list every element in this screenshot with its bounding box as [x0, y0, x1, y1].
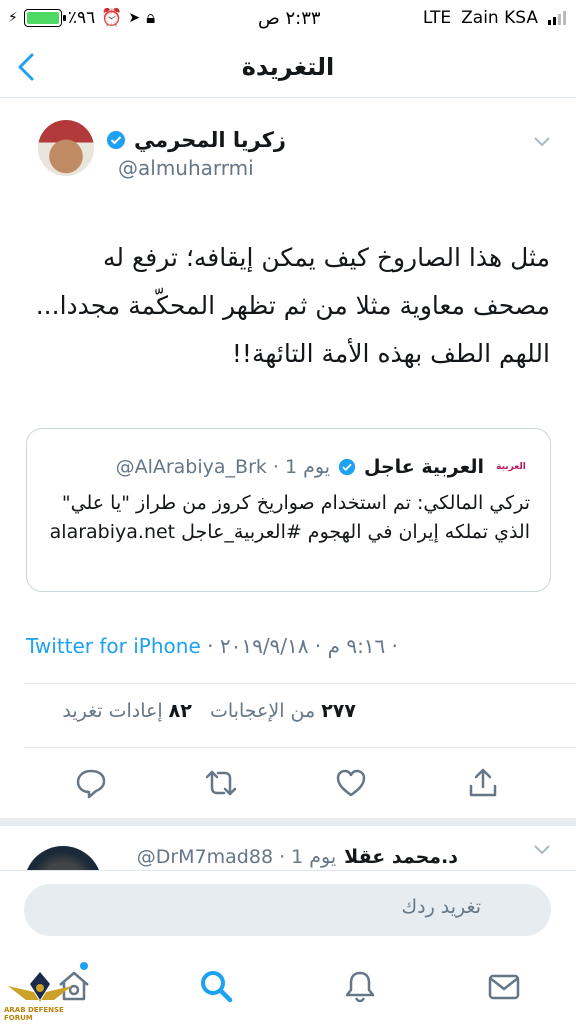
share-button[interactable] — [466, 766, 500, 800]
like-button[interactable] — [334, 766, 368, 800]
quoted-meta: @AlArabiya_Brk · 1 يوم — [115, 456, 331, 478]
reply-header: د.محمد عقلا @DrM7mad88 · 1 يوم — [137, 846, 458, 868]
quoted-tweet[interactable]: العربية العربية عاجل @AlArabiya_Brk · 1 … — [26, 428, 551, 592]
tweet-meta: Twitter for iPhone · ٩:١٦ م · ٢٠١٩/٩/١٨ … — [26, 634, 399, 658]
quoted-logo: العربية — [492, 453, 530, 481]
watermark-text: ARAB DEFENSE FORUM — [4, 1006, 64, 1022]
verified-icon — [338, 458, 356, 476]
notification-dot — [80, 962, 88, 970]
tab-search[interactable] — [198, 968, 234, 1004]
battery-percent: ٪٩٦ — [67, 8, 96, 28]
notifications-icon — [345, 971, 375, 1003]
alarm-icon: ⏰ — [101, 8, 123, 28]
tab-notifications[interactable] — [342, 968, 378, 1004]
tweet-text: مثل هذا الصاروخ كيف يمكن إيقافه؛ ترفع له… — [35, 243, 550, 368]
reply-meta: @DrM7mad88 · 1 يوم — [136, 846, 337, 868]
messages-icon — [488, 974, 520, 1000]
divider — [24, 747, 576, 748]
tab-bar — [0, 950, 576, 1024]
reply-button[interactable] — [74, 766, 108, 800]
rotation-lock-icon: 🔒︎ — [146, 8, 156, 28]
location-icon: ➤ — [128, 10, 141, 26]
tab-messages[interactable] — [486, 968, 522, 1004]
status-bar: ⚡ ٪٩٦ ⏰ ➤ 🔒︎ ٢:٣٣ ص LTE Zain KSA — [0, 0, 576, 36]
reply-menu-button[interactable] — [532, 842, 552, 861]
charging-icon: ⚡ — [8, 10, 18, 26]
likes-label: من الإعجابات — [210, 700, 316, 722]
tweet-stats: ٢٧٧ من الإعجابات ٨٢ إعادات تغريد — [26, 700, 356, 722]
search-icon — [201, 971, 233, 1003]
retweets-stat[interactable]: ٨٢ إعادات تغريد — [62, 700, 192, 722]
verified-icon — [106, 131, 125, 149]
carrier-name: Zain KSA — [461, 8, 538, 28]
tweet-menu-button[interactable] — [532, 134, 552, 153]
likes-stat[interactable]: ٢٧٧ من الإعجابات — [210, 700, 356, 722]
author-handle[interactable]: @almuharrmi — [118, 156, 254, 180]
divider — [0, 818, 576, 826]
client-link[interactable]: Twitter for iPhone — [26, 634, 201, 658]
retweet-icon — [205, 770, 237, 796]
reply-compose-input[interactable]: تغريد ردك — [24, 884, 551, 936]
back-button[interactable] — [16, 50, 46, 84]
quoted-name: العربية عاجل — [364, 456, 484, 478]
share-icon — [469, 768, 497, 797]
quoted-header: العربية العربية عاجل @AlArabiya_Brk · 1 … — [116, 453, 530, 481]
page-title: التغريدة — [241, 52, 335, 81]
reply-icon — [76, 769, 106, 799]
network-type: LTE — [422, 8, 452, 28]
signal-icon — [548, 11, 566, 25]
like-icon — [336, 769, 366, 797]
retweets-count: ٨٢ — [168, 700, 192, 722]
status-left: ⚡ ٪٩٦ ⏰ ➤ 🔒︎ — [8, 8, 155, 28]
divider — [24, 683, 576, 684]
author-avatar[interactable] — [38, 120, 94, 176]
tweet-actions — [0, 766, 576, 802]
chevron-down-icon — [534, 845, 550, 855]
quoted-text: تركي المالكي: تم استخدام صواريخ كروز من … — [49, 492, 530, 543]
chevron-down-icon — [534, 137, 550, 147]
back-chevron-icon — [18, 53, 34, 81]
reply-author-name: د.محمد عقلا — [344, 846, 458, 868]
tweet-timestamp: ٩:١٦ م · ٢٠١٩/٩/١٨ · — [219, 634, 399, 658]
retweet-button[interactable] — [204, 766, 238, 800]
retweets-label: إعادات تغريد — [62, 700, 163, 722]
quoted-logo-text: العربية — [496, 462, 526, 472]
author-name-row[interactable]: زكريا المحرمي — [106, 128, 286, 152]
likes-count: ٢٧٧ — [321, 700, 356, 722]
author-name: زكريا المحرمي — [133, 128, 286, 152]
battery-icon — [23, 9, 66, 27]
status-right: LTE Zain KSA — [423, 8, 566, 28]
status-time: ٢:٣٣ ص — [258, 7, 321, 29]
nav-bar: التغريدة — [0, 36, 576, 98]
